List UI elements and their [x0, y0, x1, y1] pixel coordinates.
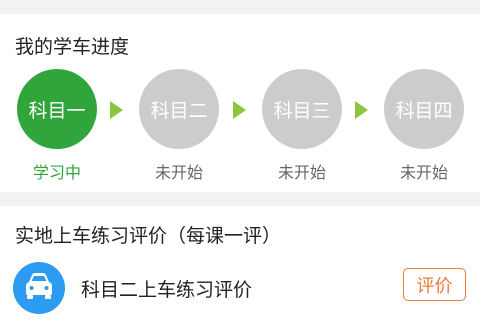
step-subject-3[interactable]: 科目三 未开始 [262, 69, 342, 183]
arrow-right-icon [110, 101, 123, 119]
arrow-right-icon [233, 101, 246, 119]
evaluation-section: 实地上车练习评价（每课一评） 科目二上车练习评价 评价 [0, 206, 480, 323]
car-icon [13, 262, 65, 314]
step-status: 未开始 [277, 163, 326, 182]
evaluate-button[interactable]: 评价 [403, 268, 466, 301]
step-subject-2[interactable]: 科目二 未开始 [139, 69, 219, 183]
step-circle: 科目四 [384, 69, 464, 149]
step-subject-1[interactable]: 科目一 学习中 [17, 69, 97, 183]
step-status: 未开始 [399, 163, 448, 182]
evaluation-item-label: 科目二上车练习评价 [81, 279, 253, 301]
step-status: 学习中 [32, 163, 81, 182]
step-circle: 科目一 [17, 69, 97, 149]
progress-title: 我的学车进度 [15, 36, 130, 58]
step-circle: 科目二 [139, 69, 219, 149]
evaluation-title: 实地上车练习评价（每课一评） [15, 225, 282, 247]
step-subject-4[interactable]: 科目四 未开始 [384, 69, 464, 183]
progress-section: 我的学车进度 科目一 学习中 科目二 未开始 科目三 未开始 科目四 未开始 [0, 14, 480, 192]
step-status: 未开始 [154, 163, 203, 182]
step-circle: 科目三 [262, 69, 342, 149]
arrow-right-icon [355, 101, 368, 119]
